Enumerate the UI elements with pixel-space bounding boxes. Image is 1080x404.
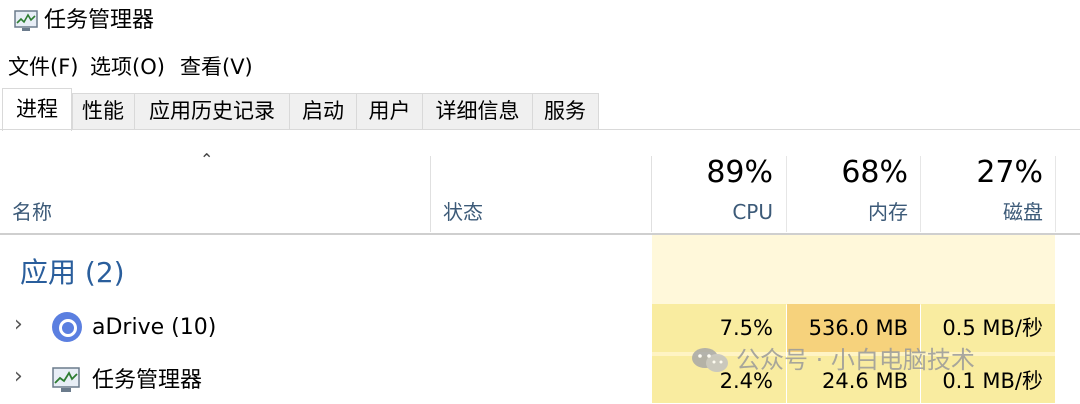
column-status[interactable]: 状态	[443, 198, 483, 226]
menu-view[interactable]: 查看(V)	[178, 50, 255, 84]
menu-file[interactable]: 文件(F)	[6, 50, 80, 84]
tab-details[interactable]: 详细信息	[423, 93, 533, 129]
disk-percent[interactable]: 27%	[930, 154, 1043, 192]
column-header	[0, 130, 1080, 234]
column-memory[interactable]: 内存	[795, 198, 908, 226]
menu-bar: 文件(F) 选项(O) 查看(V)	[0, 50, 1080, 84]
title-bar: 任务管理器	[0, 0, 1080, 44]
column-divider[interactable]	[1055, 156, 1056, 232]
process-name: aDrive (10)	[92, 315, 217, 340]
wechat-icon	[692, 348, 728, 372]
adrive-icon	[52, 312, 82, 342]
menu-options[interactable]: 选项(O)	[88, 50, 167, 84]
process-cpu: 7.5%	[719, 316, 773, 340]
cpu-percent[interactable]: 89%	[660, 154, 773, 192]
expand-chevron-icon[interactable]: ›	[14, 312, 23, 337]
group-apps-title[interactable]: 应用 (2)	[20, 254, 125, 292]
tab-processes[interactable]: 进程	[2, 88, 72, 131]
tab-startup[interactable]: 启动	[290, 93, 357, 129]
watermark-text: 公众号 · 小白电脑技术	[736, 346, 975, 374]
column-divider[interactable]	[430, 156, 431, 232]
memory-percent[interactable]: 68%	[795, 154, 908, 192]
process-disk: 0.5 MB/秒	[942, 316, 1043, 340]
process-name: 任务管理器	[92, 368, 203, 393]
column-disk[interactable]: 磁盘	[930, 198, 1043, 226]
group-heat-row	[652, 235, 1055, 305]
tab-bar: 进程 性能 应用历史记录 启动 用户 详细信息 服务	[0, 88, 1080, 131]
column-divider[interactable]	[786, 156, 787, 232]
process-memory: 536.0 MB	[808, 316, 908, 340]
column-name[interactable]: 名称	[12, 198, 52, 226]
window-title: 任务管理器	[44, 8, 155, 33]
tab-performance[interactable]: 性能	[72, 93, 135, 129]
expand-chevron-icon[interactable]: ›	[14, 364, 23, 389]
tab-app-history[interactable]: 应用历史记录	[135, 93, 290, 129]
task-manager-icon	[52, 367, 80, 392]
tab-services[interactable]: 服务	[533, 93, 597, 129]
task-manager-icon	[14, 10, 38, 31]
column-divider[interactable]	[651, 156, 652, 232]
column-divider[interactable]	[920, 156, 921, 232]
sort-arrow-icon[interactable]: ⌃	[200, 150, 213, 169]
tab-users[interactable]: 用户	[357, 93, 423, 129]
column-cpu[interactable]: CPU	[660, 198, 773, 226]
